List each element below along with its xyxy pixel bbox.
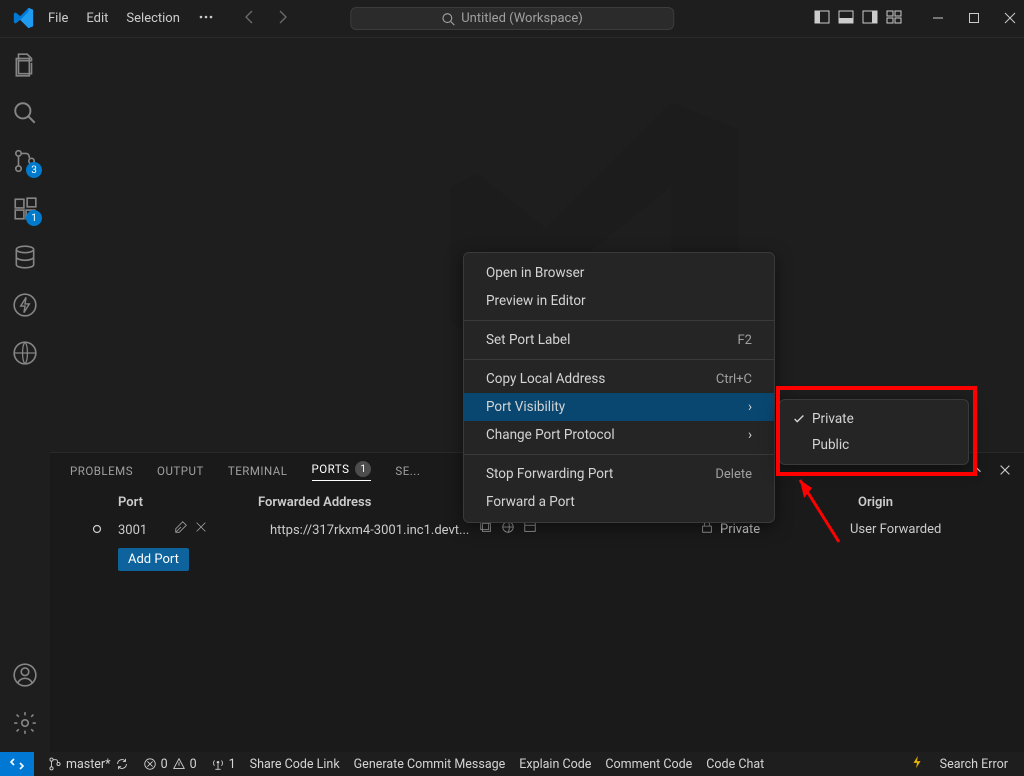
tab-ports-label: PORTS	[312, 462, 350, 476]
window-controls	[932, 9, 1016, 28]
tab-output[interactable]: OUTPUT	[157, 464, 204, 478]
radio-tower-icon	[211, 757, 225, 771]
menu-edit[interactable]: Edit	[86, 11, 108, 26]
tab-problems[interactable]: PROBLEMS	[70, 464, 133, 478]
branch-icon	[48, 757, 62, 771]
sb-errors[interactable]: 0 0	[143, 757, 197, 772]
header-origin: Origin	[858, 495, 1004, 510]
error-icon	[143, 757, 157, 771]
sync-icon	[115, 757, 129, 771]
visibility-value: Private	[720, 522, 760, 537]
extensions-badge: 1	[26, 210, 42, 226]
panel-maximize-icon[interactable]	[970, 463, 984, 480]
submenu-public[interactable]: Public	[780, 432, 968, 458]
layout-left-icon[interactable]	[814, 9, 830, 29]
panel-close-icon[interactable]	[998, 463, 1012, 480]
nav-back-icon[interactable]	[242, 9, 258, 29]
account-icon[interactable]	[10, 660, 40, 690]
explorer-icon[interactable]	[10, 50, 40, 80]
ctx-copy-local[interactable]: Copy Local AddressCtrl+C	[464, 365, 774, 393]
sb-branch[interactable]: master*	[48, 757, 129, 772]
vscode-logo	[12, 7, 36, 31]
keycap-f2: F2	[738, 333, 753, 348]
activity-bar: 3 1	[0, 38, 50, 752]
sb-comment[interactable]: Comment Code	[605, 757, 692, 772]
source-control-icon[interactable]: 3	[10, 146, 40, 176]
nav-arrows	[242, 9, 290, 29]
visibility-submenu: Private Public	[779, 399, 969, 465]
separator	[464, 320, 774, 321]
forwarded-address: https://317rkxm4-3001.inc1.devt...	[270, 523, 469, 538]
menu-more-icon[interactable]	[198, 9, 214, 29]
tab-terminal[interactable]: TERMINAL	[228, 464, 288, 478]
origin-value: User Forwarded	[850, 522, 941, 537]
layout-right-icon[interactable]	[862, 9, 878, 29]
ctx-open-browser[interactable]: Open in Browser	[464, 259, 774, 287]
keycap-ctrlc: Ctrl+C	[716, 372, 752, 387]
main-menu: File Edit Selection	[48, 9, 214, 29]
nav-forward-icon[interactable]	[274, 9, 290, 29]
ctx-stop-forwarding[interactable]: Stop Forwarding PortDelete	[464, 460, 774, 488]
check-icon	[792, 412, 812, 426]
source-control-badge: 3	[26, 162, 42, 178]
layout-controls	[814, 9, 902, 29]
tab-ports[interactable]: PORTS 1	[312, 461, 372, 481]
search-activity-icon[interactable]	[10, 98, 40, 128]
sb-search-error[interactable]: Search Error	[940, 757, 1008, 772]
minimize-icon[interactable]	[932, 9, 944, 28]
globe-icon[interactable]	[10, 338, 40, 368]
close-icon[interactable]	[1004, 9, 1016, 28]
port-label-icon[interactable]	[174, 520, 188, 538]
separator	[464, 359, 774, 360]
database-icon[interactable]	[10, 242, 40, 272]
ctx-change-protocol[interactable]: Change Port Protocol›	[464, 421, 774, 449]
submenu-private[interactable]: Private	[780, 406, 968, 432]
warning-icon	[172, 757, 186, 771]
activity-bottom	[10, 660, 40, 738]
chevron-right-icon: ›	[748, 399, 752, 415]
tab-extra[interactable]: SE...	[395, 464, 420, 478]
command-center-text: Untitled (Workspace)	[461, 11, 583, 26]
add-port-button[interactable]: Add Port	[118, 548, 189, 571]
search-icon	[441, 12, 455, 26]
ctx-set-label[interactable]: Set Port LabelF2	[464, 326, 774, 354]
titlebar-right	[814, 9, 1016, 29]
port-status-icon	[92, 524, 106, 534]
sb-chat[interactable]: Code Chat	[706, 757, 764, 772]
sb-commit-msg[interactable]: Generate Commit Message	[354, 757, 506, 772]
layout-customize-icon[interactable]	[886, 9, 902, 29]
title-bar: File Edit Selection Untitled (Workspace)	[0, 0, 1024, 38]
separator	[464, 454, 774, 455]
port-number: 3001	[118, 523, 147, 538]
status-bar: master* 0 0 1 Share Code Link Generate C…	[0, 752, 1024, 776]
panel-actions	[970, 463, 1012, 480]
spark-icon[interactable]	[910, 755, 924, 773]
extensions-icon[interactable]: 1	[10, 194, 40, 224]
ctx-port-visibility[interactable]: Port Visibility›	[464, 393, 774, 421]
sb-explain[interactable]: Explain Code	[519, 757, 591, 772]
layout-bottom-icon[interactable]	[838, 9, 854, 29]
thunder-icon[interactable]	[10, 290, 40, 320]
sb-ports-status[interactable]: 1	[211, 757, 236, 772]
ctx-preview-editor[interactable]: Preview in Editor	[464, 287, 774, 315]
ctx-forward-port[interactable]: Forward a Port	[464, 488, 774, 516]
menu-file[interactable]: File	[48, 11, 68, 26]
settings-gear-icon[interactable]	[10, 708, 40, 738]
keycap-delete: Delete	[715, 467, 752, 482]
port-delete-icon[interactable]	[194, 520, 208, 538]
remote-indicator[interactable]	[0, 752, 34, 776]
sb-share-link[interactable]: Share Code Link	[250, 757, 340, 772]
command-center[interactable]: Untitled (Workspace)	[350, 7, 674, 30]
menu-selection[interactable]: Selection	[126, 11, 179, 26]
maximize-icon[interactable]	[968, 9, 980, 28]
status-right: Search Error	[910, 755, 1008, 773]
ports-count-badge: 1	[355, 461, 371, 477]
chevron-right-icon: ›	[748, 427, 752, 443]
header-port: Port	[118, 495, 258, 510]
port-context-menu: Open in Browser Preview in Editor Set Po…	[463, 252, 775, 523]
